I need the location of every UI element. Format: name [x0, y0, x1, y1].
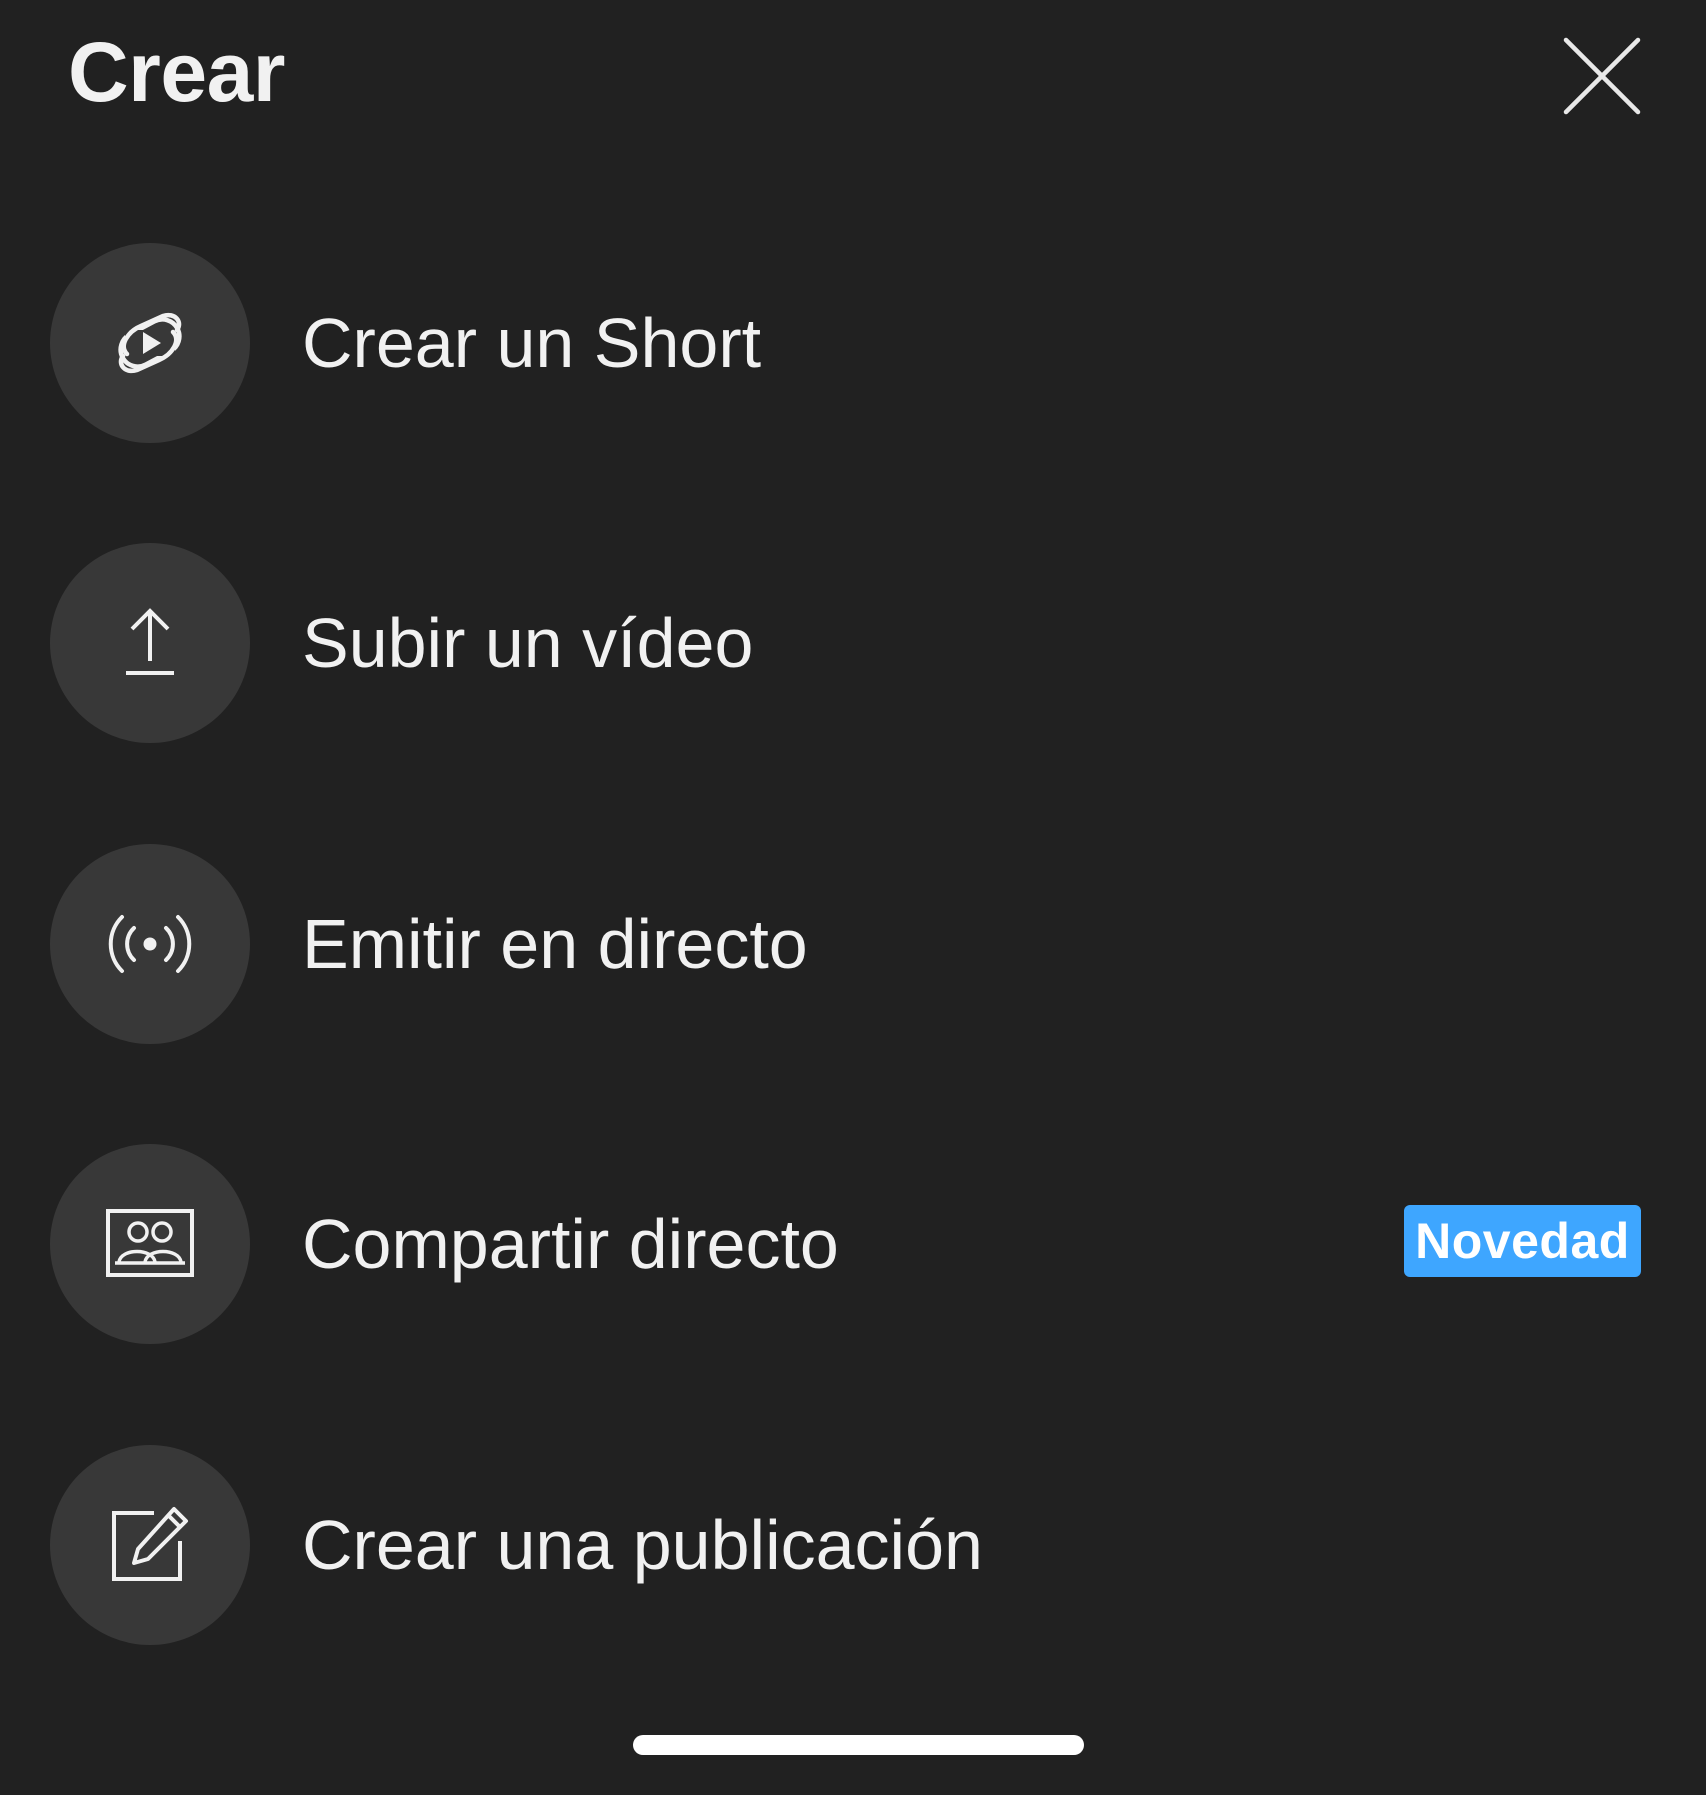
menu-item-create-post[interactable]: Crear una publicación	[0, 1435, 1706, 1655]
menu-item-label: Crear una publicación	[302, 1506, 983, 1584]
menu-item-label: Subir un vídeo	[302, 604, 754, 682]
icon-circle	[50, 243, 250, 443]
menu-item-label: Emitir en directo	[302, 905, 808, 983]
create-sheet: Crear Crear un Short Subir un vídeo Emit…	[0, 0, 1706, 1795]
share-live-icon	[105, 1208, 195, 1280]
menu-item-create-short[interactable]: Crear un Short	[0, 233, 1706, 453]
edit-post-icon	[108, 1503, 192, 1587]
home-indicator[interactable]	[633, 1735, 1084, 1755]
menu-item-share-live[interactable]: Compartir directo Novedad	[0, 1134, 1706, 1354]
upload-icon	[115, 603, 185, 683]
icon-circle	[50, 1445, 250, 1645]
new-badge: Novedad	[1404, 1205, 1641, 1277]
shorts-icon	[105, 298, 195, 388]
menu-item-go-live[interactable]: Emitir en directo	[0, 834, 1706, 1054]
sheet-title: Crear	[68, 25, 285, 119]
live-broadcast-icon	[100, 909, 200, 979]
close-icon	[1562, 36, 1642, 116]
icon-circle	[50, 543, 250, 743]
menu-item-label: Compartir directo	[302, 1205, 839, 1283]
menu-item-label: Crear un Short	[302, 304, 762, 382]
close-button[interactable]	[1548, 22, 1656, 130]
icon-circle	[50, 1144, 250, 1344]
icon-circle	[50, 844, 250, 1044]
menu-item-upload-video[interactable]: Subir un vídeo	[0, 533, 1706, 753]
